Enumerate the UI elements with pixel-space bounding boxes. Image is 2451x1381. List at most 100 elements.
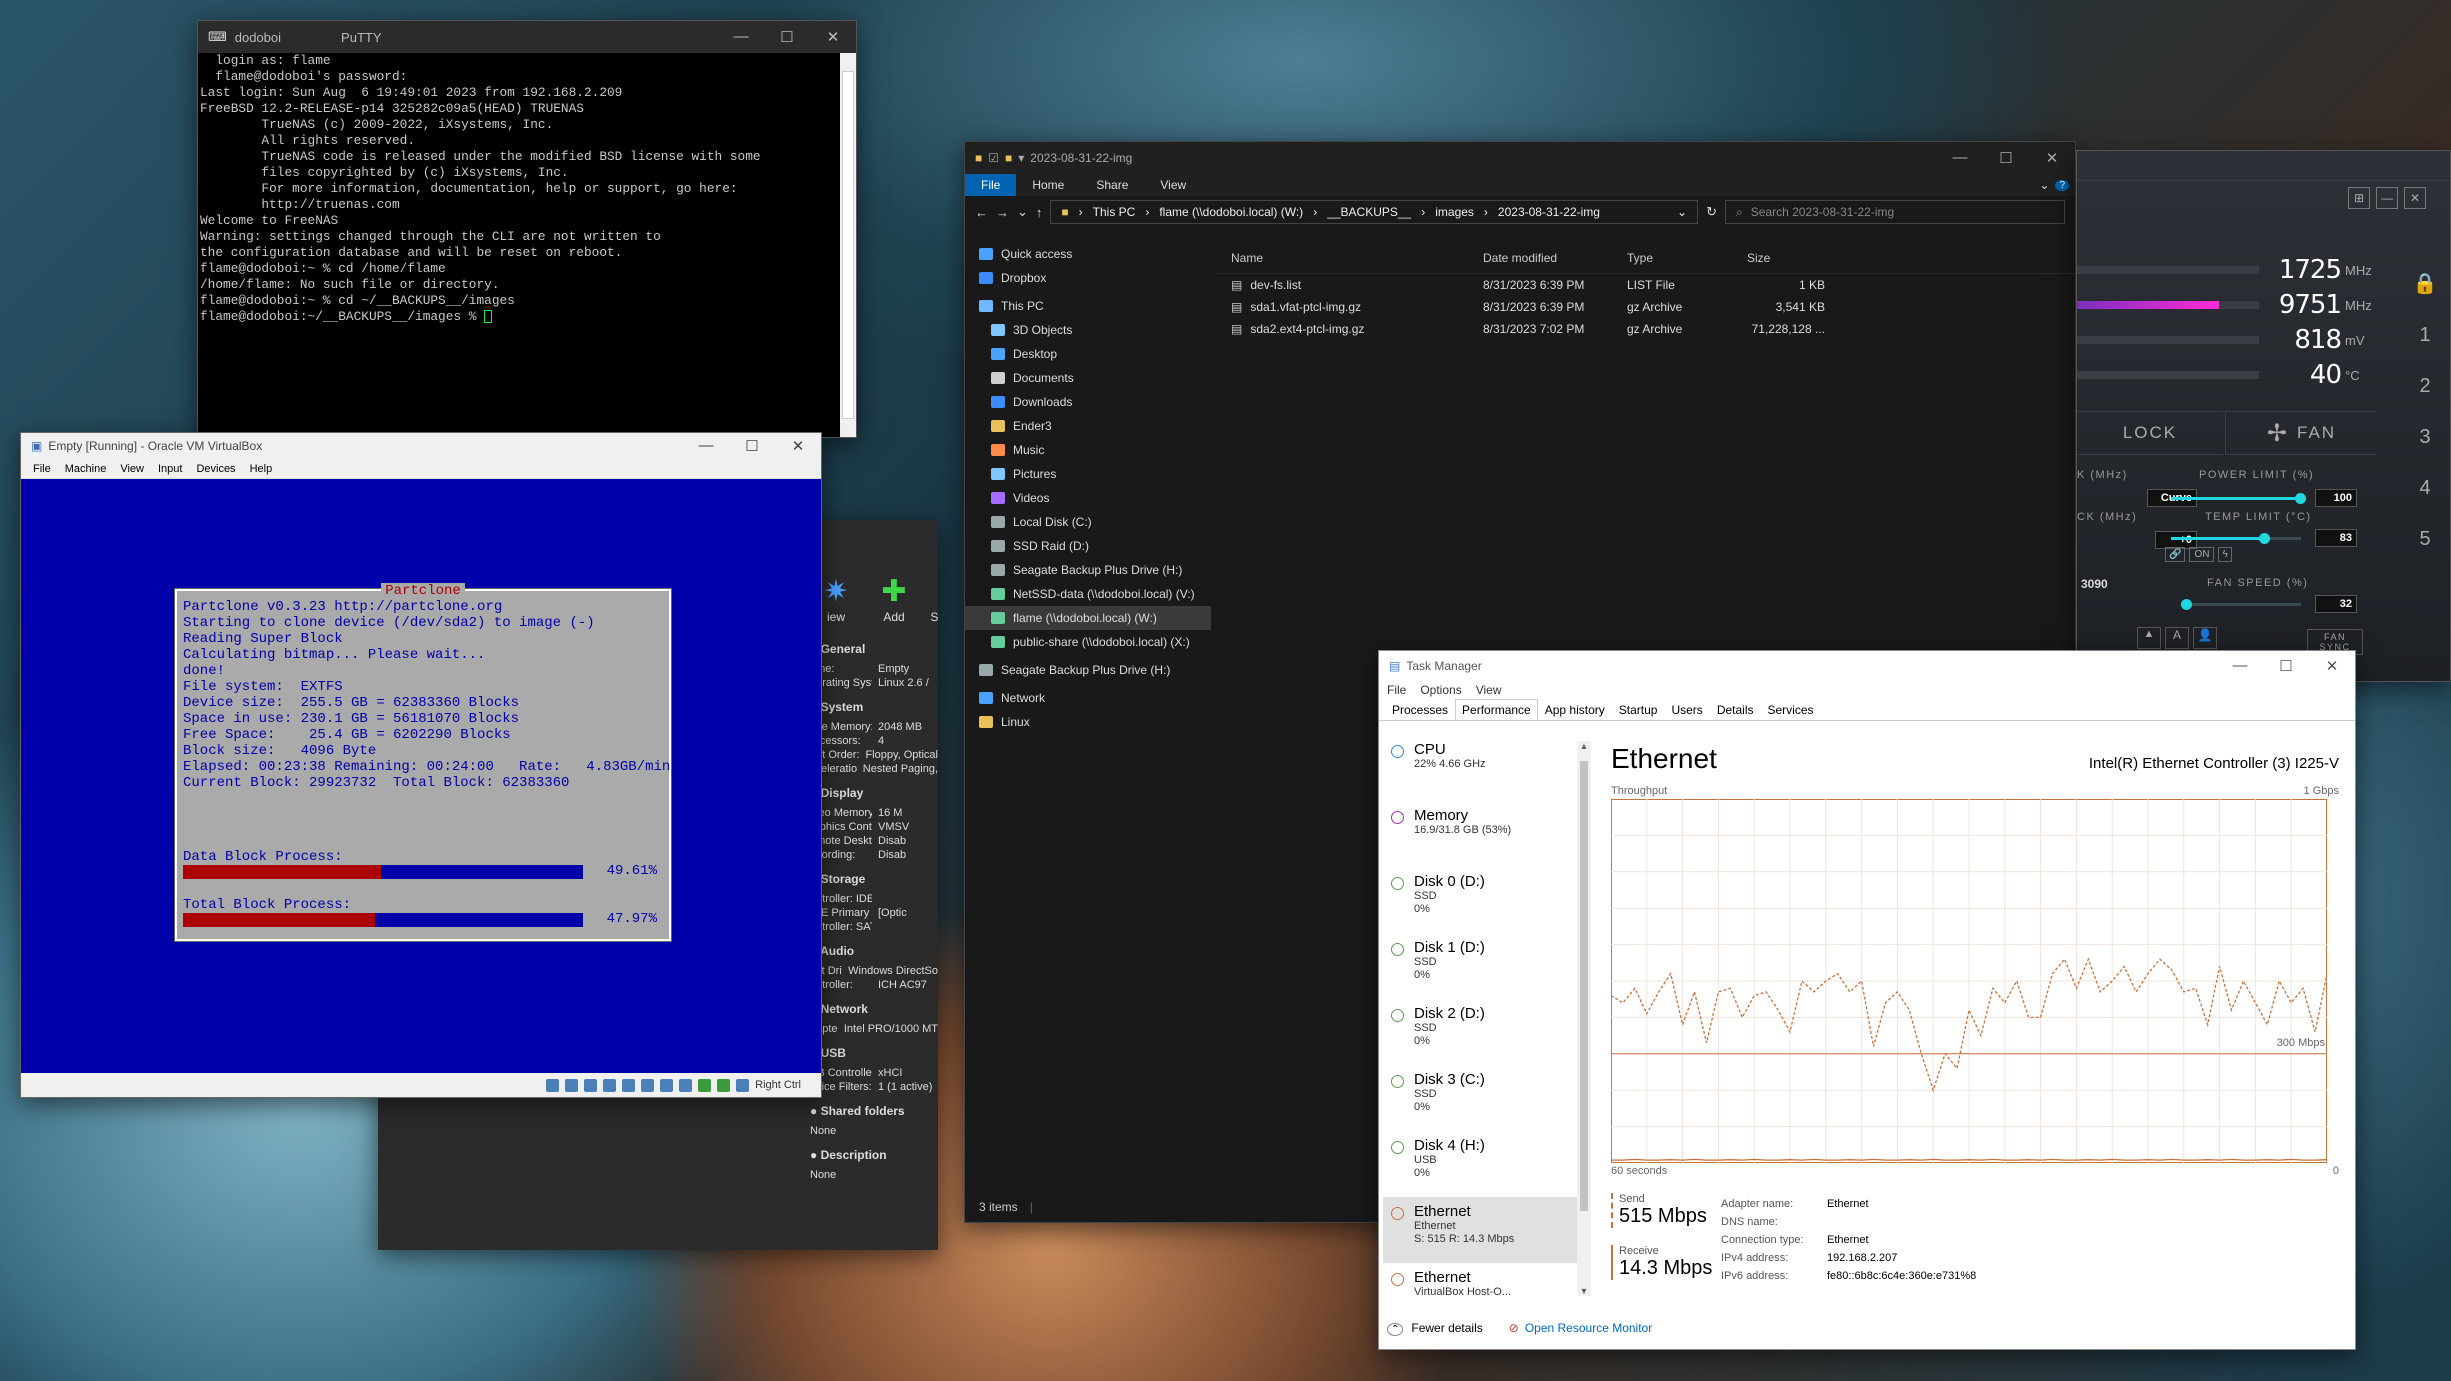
tab-services[interactable]: Services [1761, 699, 1821, 720]
details-section-title[interactable]: ● Storage [810, 872, 938, 886]
explorer-titlebar[interactable]: ■ ☑ ■ ▾ 2023-08-31-22-img — ☐ ✕ [965, 142, 2075, 174]
optical-icon[interactable] [565, 1078, 579, 1092]
details-section-title[interactable]: ● Shared folders [810, 1104, 938, 1118]
ribbon-tab-share[interactable]: Share [1080, 178, 1144, 192]
clock-panel-tab[interactable]: LOCK [2077, 411, 2223, 455]
audio-icon[interactable] [584, 1078, 598, 1092]
tab-app-history[interactable]: App history [1538, 699, 1612, 720]
network-icon[interactable] [603, 1078, 617, 1092]
maximize-button[interactable]: ☐ [729, 437, 775, 455]
perf-item[interactable]: Disk 2 (D:) SSD 0% [1383, 999, 1577, 1065]
close-button[interactable]: ✕ [810, 28, 856, 46]
close-button[interactable]: ✕ [2404, 187, 2426, 209]
nav-item[interactable]: Quick access [965, 242, 1211, 266]
vm-screen[interactable]: Partclone Partclone v0.3.23 http://partc… [21, 479, 821, 1073]
temp-limit-value[interactable]: 83 [2315, 529, 2357, 547]
fan-speed-value[interactable]: 32 [2315, 595, 2357, 613]
expand-ribbon-icon[interactable]: ⌄ [2033, 178, 2055, 192]
perf-item[interactable]: Memory 16.9/31.8 GB (53%) [1383, 801, 1577, 867]
file-row[interactable]: ▤ sda1.vfat-ptcl-img.gz 8/31/2023 6:39 PM g… [1215, 296, 2075, 318]
windows-icon[interactable]: ⊞ [2348, 187, 2370, 209]
perf-item[interactable]: CPU 22% 4.66 GHz [1383, 735, 1577, 801]
perf-item[interactable]: Ethernet Ethernet S: 515 R: 14.3 Mbps [1383, 1197, 1577, 1263]
vm-menu-file[interactable]: File [33, 463, 51, 475]
qat-dropdown-icon[interactable]: ▾ [1018, 151, 1024, 165]
column-size[interactable]: Size [1739, 251, 1825, 265]
recording-icon[interactable] [679, 1078, 693, 1092]
link-icon[interactable]: 🔗 [2165, 547, 2186, 562]
nav-item[interactable]: Documents [965, 366, 1211, 390]
details-section-title[interactable]: ● Display [810, 786, 938, 800]
details-section-title[interactable]: ● Audio [810, 944, 938, 958]
nav-item[interactable]: Music [965, 438, 1211, 462]
nav-item[interactable]: flame (\\dodoboi.local) (W:) [965, 606, 1211, 630]
fan-panel-tab[interactable]: ✢ FAN [2225, 411, 2377, 455]
nav-item[interactable]: NetSSD-data (\\dodoboi.local) (V:) [965, 582, 1211, 606]
perf-item[interactable]: Disk 1 (D:) SSD 0% [1383, 933, 1577, 999]
column-date-modified[interactable]: Date modified [1475, 251, 1619, 265]
tab-performance[interactable]: Performance [1455, 699, 1538, 720]
details-section-title[interactable]: ● Description [810, 1148, 938, 1162]
ribbon-tab-home[interactable]: Home [1016, 178, 1080, 192]
nav-item[interactable]: Desktop [965, 342, 1211, 366]
tm-menu-file[interactable]: File [1387, 683, 1406, 697]
maximize-button[interactable]: ☐ [764, 28, 810, 46]
vm-menu-machine[interactable]: Machine [65, 463, 107, 475]
vm-menu-help[interactable]: Help [250, 463, 273, 475]
perf-item[interactable]: Disk 0 (D:) SSD 0% [1383, 867, 1577, 933]
fan-speed-slider[interactable] [2181, 599, 2301, 610]
perf-item[interactable]: Disk 4 (H:) USB 0% [1383, 1131, 1577, 1197]
task-manager-window[interactable]: ▤ Task Manager — ☐ ✕ File Options View Proce… [1378, 650, 2356, 1350]
nav-item[interactable]: Network [965, 686, 1211, 710]
vm-menu-view[interactable]: View [120, 463, 144, 475]
nav-item[interactable]: 3D Objects [965, 318, 1211, 342]
close-button[interactable]: ✕ [2029, 149, 2075, 167]
close-button[interactable]: ✕ [2309, 657, 2355, 675]
nav-item[interactable]: SSD Raid (D:) [965, 534, 1211, 558]
ribbon-tab-view[interactable]: View [1144, 178, 1202, 192]
power-limit-value[interactable]: 100 [2315, 489, 2357, 507]
tab-processes[interactable]: Processes [1385, 699, 1455, 720]
column-name[interactable]: Name [1215, 251, 1475, 265]
display-icon[interactable] [660, 1078, 674, 1092]
nav-item[interactable]: Seagate Backup Plus Drive (H:) [965, 658, 1211, 682]
terminal-scrollbar[interactable] [840, 53, 856, 437]
putty-window[interactable]: ⌨ dodoboi PuTTY — ☐ ✕ login as: flame flame… [197, 20, 857, 438]
perf-sidebar-scrollbar[interactable]: ▲ ▼ [1577, 741, 1591, 1296]
recent-locations-icon[interactable]: ⌄ [1017, 204, 1028, 220]
nav-item[interactable]: public-share (\\dodoboi.local) (X:) [965, 630, 1211, 654]
tab-users[interactable]: Users [1664, 699, 1709, 720]
perf-item[interactable]: Disk 3 (C:) SSD 0% [1383, 1065, 1577, 1131]
putty-titlebar[interactable]: ⌨ dodoboi PuTTY — ☐ ✕ [198, 21, 856, 53]
terminal-output[interactable]: login as: flame flame@dodoboi's password… [200, 53, 838, 437]
fewer-details-link[interactable]: ⌃ Fewer details [1387, 1321, 1483, 1336]
nav-item[interactable]: Videos [965, 486, 1211, 510]
nav-item[interactable]: Dropbox [965, 266, 1211, 290]
search-box[interactable]: ⌕ Search 2023-08-31-22-img [1725, 200, 2065, 224]
profile-slot-2[interactable]: 2 [2419, 375, 2430, 398]
vm-titlebar[interactable]: ▣ Empty [Running] - Oracle VM VirtualBox… [21, 433, 821, 459]
details-section-title[interactable]: ● General [810, 642, 938, 656]
breadcrumb-item[interactable]: __BACKUPS__ [1327, 205, 1411, 219]
open-resource-monitor-link[interactable]: ⊘ Open Resource Monitor [1509, 1321, 1652, 1335]
tm-menu-options[interactable]: Options [1420, 683, 1461, 697]
help-icon[interactable]: ? [2055, 179, 2069, 191]
power-limit-slider[interactable] [2171, 493, 2306, 504]
minimize-button[interactable]: — [2376, 187, 2398, 209]
tm-titlebar[interactable]: ▤ Task Manager — ☐ ✕ [1379, 651, 2355, 681]
keyboard-icon[interactable] [736, 1078, 750, 1092]
file-row[interactable]: ▤ dev-fs.list 8/31/2023 6:39 PM LIST File 1 … [1215, 274, 2075, 296]
nav-item[interactable]: Pictures [965, 462, 1211, 486]
nav-item[interactable]: Ender3 [965, 414, 1211, 438]
breadcrumb-item[interactable]: flame (\\dodoboi.local) (W:) [1159, 205, 1303, 219]
profile-slot-3[interactable]: 3 [2419, 426, 2430, 449]
forward-icon[interactable]: → [996, 205, 1009, 220]
ribbon-tab-file[interactable]: File [965, 174, 1017, 196]
minimize-button[interactable]: — [2217, 657, 2263, 675]
up-icon[interactable]: ↑ [1036, 205, 1043, 220]
lightning-icon[interactable]: ϟ [2218, 547, 2232, 562]
details-section-title[interactable]: ● USB [810, 1046, 938, 1060]
fan-user-icon[interactable]: 👤 [2193, 627, 2217, 649]
tm-menu-view[interactable]: View [1476, 683, 1502, 697]
column-type[interactable]: Type [1619, 251, 1739, 265]
